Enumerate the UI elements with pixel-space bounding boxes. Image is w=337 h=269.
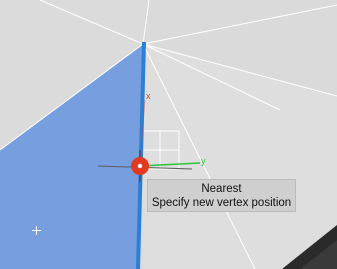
mesh-face-right[interactable]: [143, 44, 337, 269]
cursor-crosshair-icon: [32, 226, 41, 235]
gizmo-x-label: x: [146, 91, 151, 101]
scene-canvas[interactable]: [0, 0, 337, 269]
vertex-marker-center: [137, 163, 143, 169]
snap-mode-label: Nearest: [201, 182, 242, 195]
snap-tooltip: Nearest Specify new vertex position: [147, 179, 296, 212]
3d-viewport[interactable]: x y Nearest Specify new vertex position: [0, 0, 337, 269]
gizmo-y-label: y: [201, 156, 206, 166]
prompt-label: Specify new vertex position: [151, 196, 292, 209]
